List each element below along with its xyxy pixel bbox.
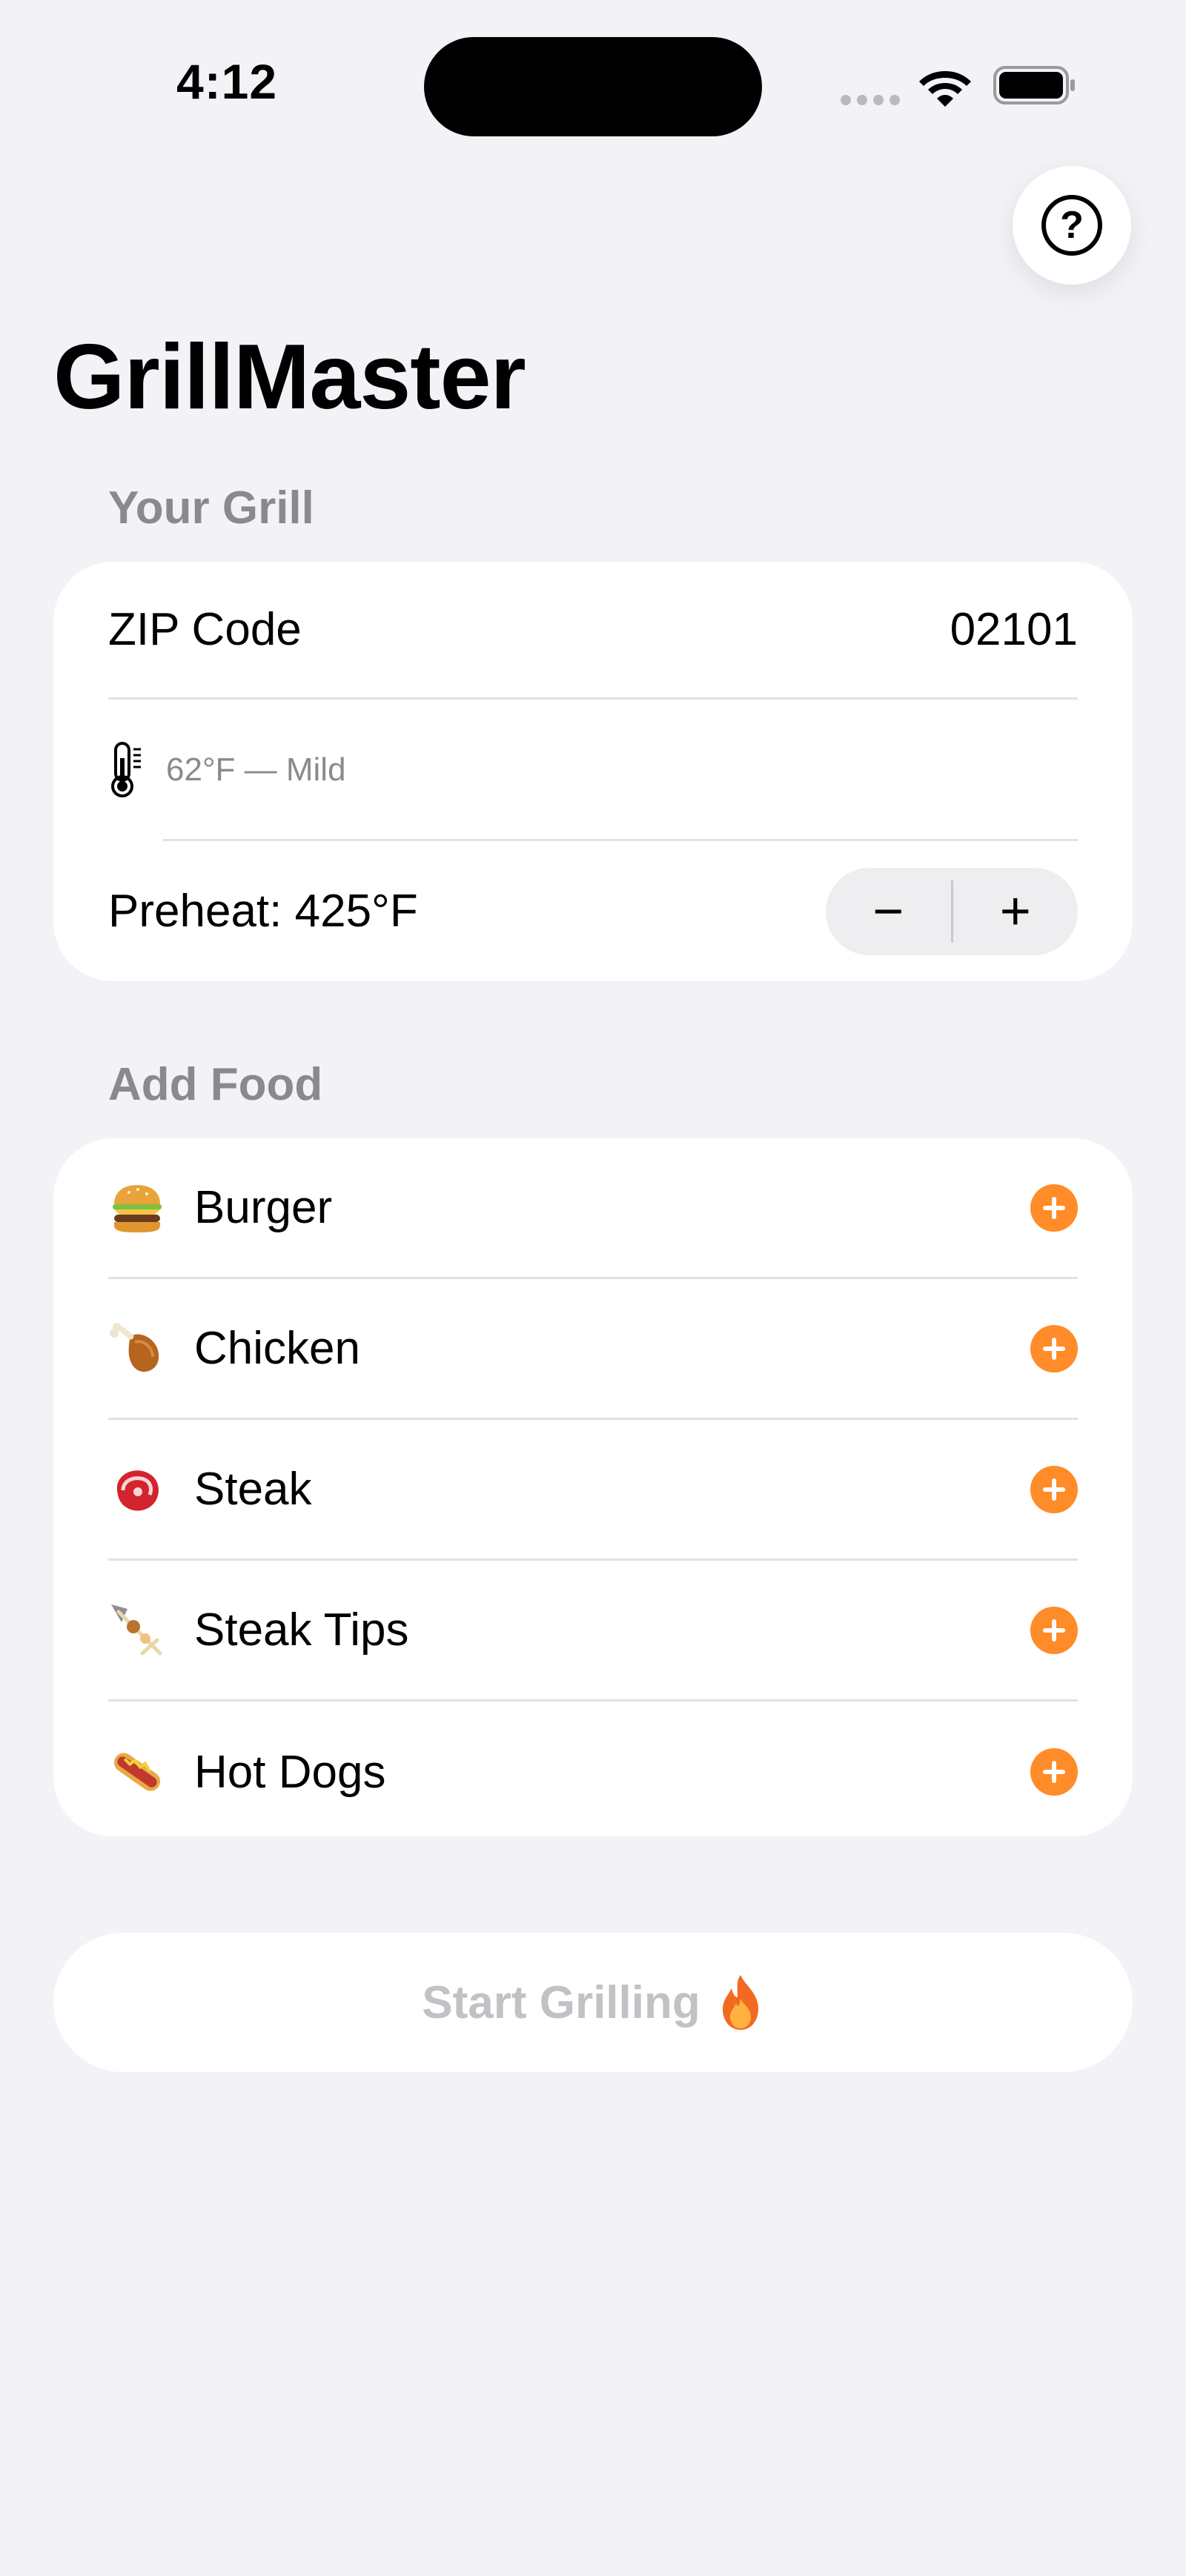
food-item-burger[interactable]: Burger — [108, 1138, 1078, 1279]
start-grilling-label: Start Grilling — [422, 1976, 700, 2028]
zip-code-field[interactable]: 02101 — [950, 603, 1078, 656]
weather-row: 62°F — Mild — [108, 700, 1078, 840]
decrease-temperature-button[interactable]: − — [826, 868, 951, 955]
cellular-signal-icon — [841, 95, 903, 105]
steak-icon — [116, 1470, 159, 1511]
weather-text: 62°F — Mild — [166, 751, 346, 788]
question-circle-icon: ? — [1041, 195, 1102, 256]
skewer-icon — [111, 1604, 162, 1655]
zip-code-row[interactable]: ZIP Code 02101 — [108, 562, 1078, 700]
food-item-chicken[interactable]: Chicken — [108, 1279, 1078, 1420]
add-circle-icon[interactable] — [1030, 1606, 1078, 1654]
hot-dog-icon — [113, 1753, 161, 1791]
dynamic-island — [424, 37, 762, 136]
preheat-stepper: − + — [826, 867, 1079, 955]
burger-icon — [113, 1184, 162, 1232]
app-screen: 4:12 ? GrillMaster Your Grill ZIP Code 0… — [0, 0, 1186, 2576]
increase-temperature-button[interactable]: + — [953, 868, 1079, 955]
grill-settings-card: ZIP Code 02101 62°F — Mild Preheat: 425°… — [53, 562, 1133, 981]
food-item-hot-dogs[interactable]: Hot Dogs — [108, 1702, 1078, 1836]
flame-icon — [722, 1975, 758, 2030]
battery-icon — [993, 66, 1075, 104]
food-item-label: Hot Dogs — [194, 1746, 386, 1798]
status-bar: 4:12 — [0, 0, 1186, 148]
food-item-label: Chicken — [194, 1323, 360, 1374]
add-circle-icon[interactable] — [1030, 1748, 1078, 1796]
help-button[interactable]: ? — [1013, 166, 1131, 285]
chicken-leg-icon — [110, 1322, 159, 1372]
zip-code-label: ZIP Code — [108, 604, 302, 655]
status-time: 4:12 — [176, 54, 278, 109]
add-circle-icon[interactable] — [1030, 1465, 1078, 1513]
thermometer-icon — [111, 742, 141, 797]
add-circle-icon[interactable] — [1030, 1324, 1078, 1372]
food-item-label: Steak — [194, 1464, 312, 1515]
food-item-steak[interactable]: Steak — [108, 1420, 1078, 1561]
section-header-add-food: Add Food — [108, 1059, 323, 1110]
preheat-label: Preheat: 425°F — [108, 886, 418, 937]
section-header-your-grill: Your Grill — [108, 482, 314, 534]
add-circle-icon[interactable] — [1030, 1184, 1078, 1232]
food-item-steak-tips[interactable]: Steak Tips — [108, 1561, 1078, 1702]
food-list-card: Burger Chicken Steak Steak Tips Hot Dogs — [53, 1138, 1133, 1836]
start-grilling-button[interactable]: Start Grilling — [53, 1933, 1133, 2072]
food-item-label: Steak Tips — [194, 1604, 409, 1656]
wifi-icon — [919, 71, 971, 107]
page-title: GrillMaster — [53, 326, 526, 428]
food-item-label: Burger — [194, 1182, 333, 1233]
preheat-row: Preheat: 425°F − + — [108, 841, 1078, 981]
